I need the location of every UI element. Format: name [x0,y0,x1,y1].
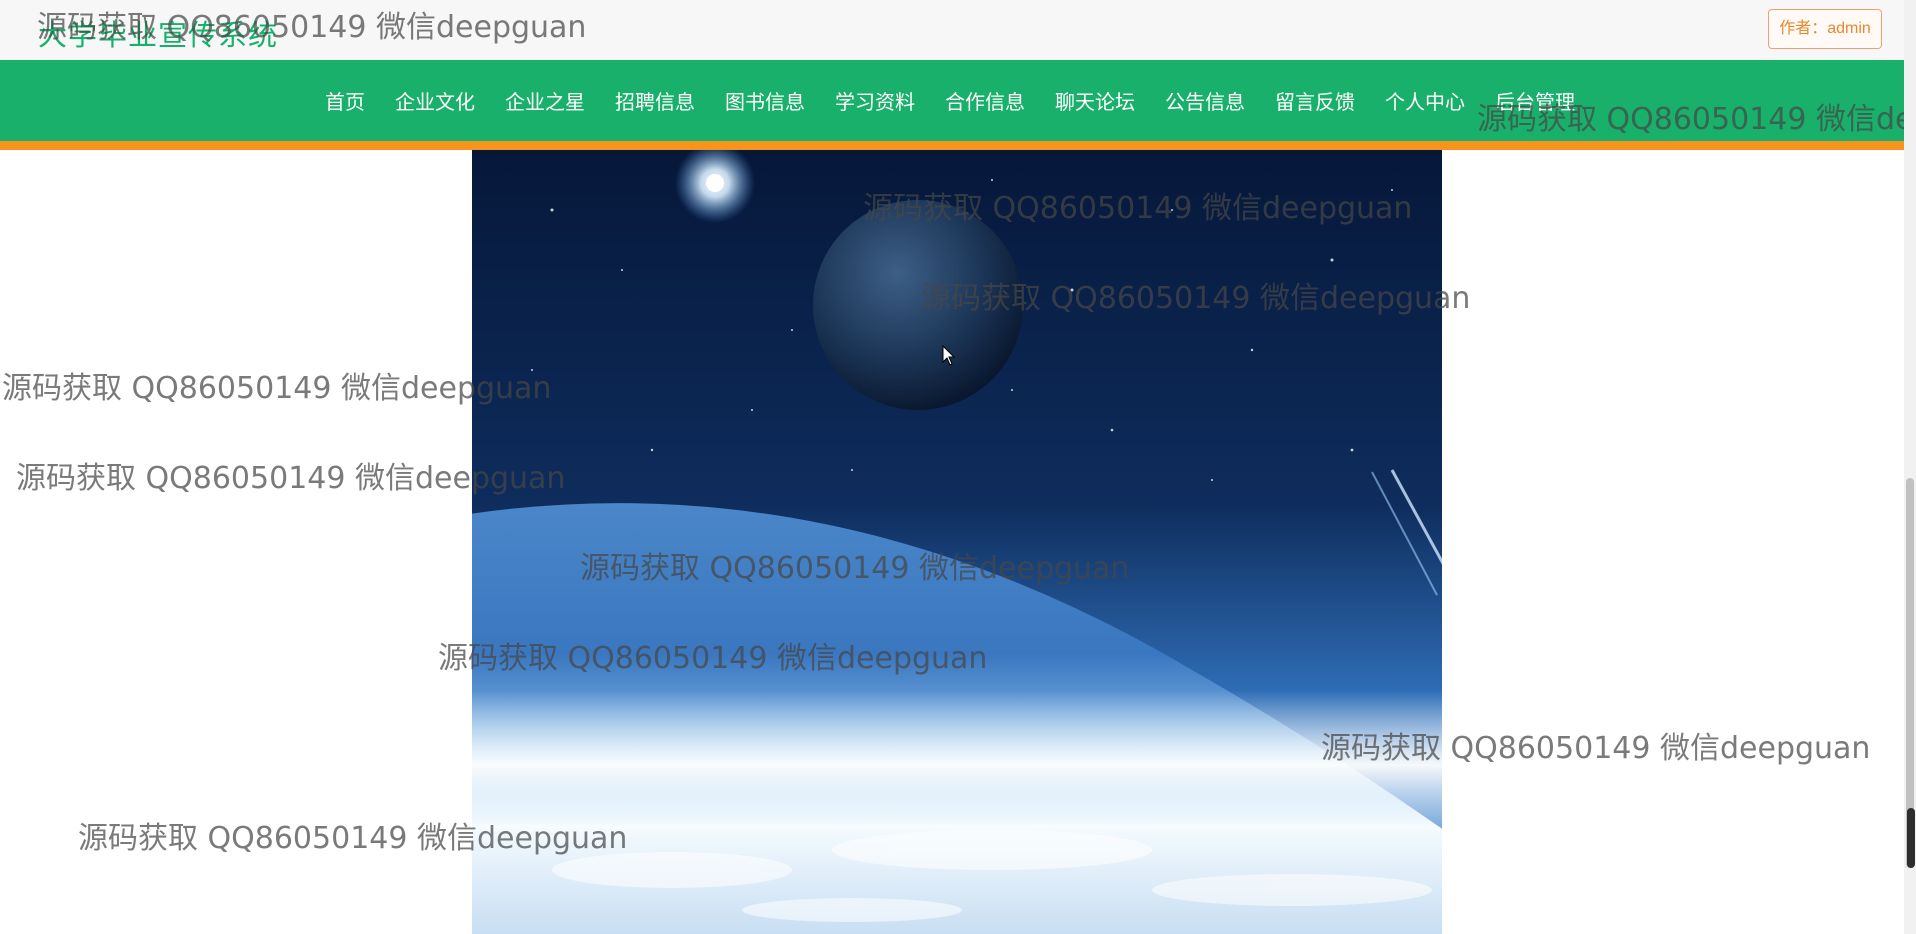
nav-home[interactable]: 首页 [310,86,380,115]
nav-list: 首页 企业文化 企业之星 招聘信息 图书信息 学习资料 合作信息 聊天论坛 公告… [310,60,1590,141]
space-planet-illustration [472,150,1442,934]
nav-notice[interactable]: 公告信息 [1150,86,1260,115]
page: 大学毕业宣传系统 作者：admin 首页 企业文化 企业之星 招聘信息 图书信息… [0,0,1916,934]
site-title[interactable]: 大学毕业宣传系统 [38,12,278,54]
nav-cooperation[interactable]: 合作信息 [930,86,1040,115]
author-badge[interactable]: 作者：admin [1768,9,1882,49]
top-header: 大学毕业宣传系统 作者：admin [0,0,1904,60]
mouse-cursor-icon [942,345,956,366]
nav-profile[interactable]: 个人中心 [1370,86,1480,115]
scrollbar-thumb-active[interactable] [1907,808,1915,868]
nav-stars[interactable]: 企业之星 [490,86,600,115]
hero-banner-image[interactable] [472,150,1442,934]
nav-culture[interactable]: 企业文化 [380,86,490,115]
watermark-text: 源码获取 QQ86050149 微信deepguan [2,371,552,406]
nav-materials[interactable]: 学习资料 [820,86,930,115]
nav-admin[interactable]: 后台管理 [1480,86,1590,115]
main-navbar: 首页 企业文化 企业之星 招聘信息 图书信息 学习资料 合作信息 聊天论坛 公告… [0,60,1904,150]
nav-books[interactable]: 图书信息 [710,86,820,115]
nav-feedback[interactable]: 留言反馈 [1260,86,1370,115]
nav-recruit[interactable]: 招聘信息 [600,86,710,115]
nav-forum[interactable]: 聊天论坛 [1040,86,1150,115]
